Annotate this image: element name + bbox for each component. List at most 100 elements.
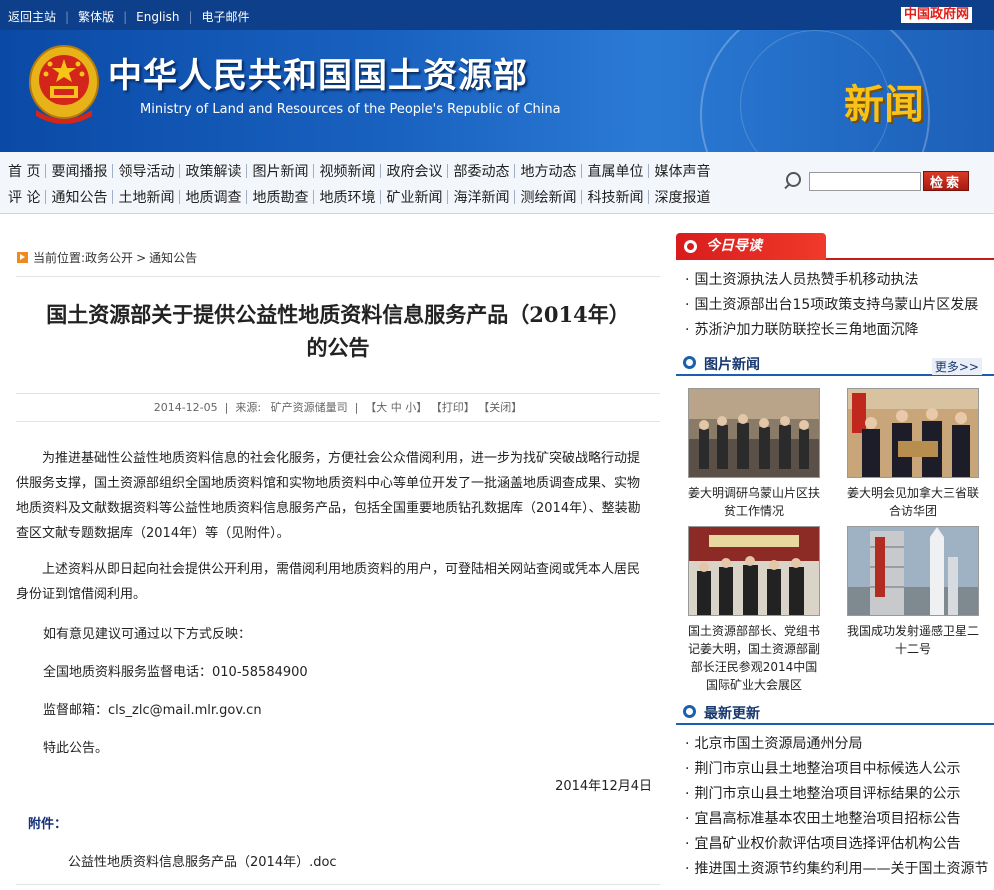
article-title-line: 国土资源部关于提供公益性地质资料信息服务产品（2014年）	[46, 302, 630, 327]
nav-item[interactable]: 地质调查	[185, 187, 241, 207]
nav-item[interactable]: 媒体声音	[654, 161, 710, 181]
nav-item[interactable]: 地方动态	[520, 161, 576, 181]
latest-updates-list: 北京市国土资源局通州分局 荆门市京山县土地整治项目中标候选人公示 荆门市京山县土…	[685, 732, 988, 882]
link-main-site[interactable]: 返回主站	[8, 8, 56, 25]
nav-divider	[514, 190, 516, 204]
gov-portal-logo[interactable]: 中国政府网	[900, 7, 972, 23]
search-button[interactable]: 检索	[923, 171, 969, 191]
photo-news-item[interactable]: 姜大明会见加拿大三省联合访华团	[847, 388, 979, 520]
nav-item[interactable]: 测绘新闻	[520, 187, 576, 207]
divider	[16, 393, 660, 394]
top-links: 返回主站 | 繁体版 | English | 电子邮件	[8, 8, 250, 25]
attachment-label: 附件：	[28, 817, 68, 832]
news-photo	[688, 526, 820, 616]
nav-divider	[179, 164, 181, 178]
nav-item[interactable]: 领导活动	[118, 161, 174, 181]
nav-divider	[45, 164, 47, 178]
search-input[interactable]	[809, 171, 921, 191]
nav-item[interactable]: 地质勘查	[252, 187, 308, 207]
article-paragraph: 如有意见建议可通过以下方式反映：	[43, 627, 252, 642]
site-banner: 中华人民共和国国土资源部 Ministry of Land and Resour…	[0, 30, 994, 152]
nav-divider	[313, 190, 315, 204]
nav-item[interactable]: 图片新闻	[252, 161, 308, 181]
list-item[interactable]: 宜昌高标准基本农田土地整治项目招标公告	[685, 807, 988, 832]
search-icon	[782, 170, 804, 192]
news-photo	[847, 388, 979, 478]
list-item[interactable]: 荆门市京山县土地整治项目中标候选人公示	[685, 757, 988, 782]
nav-item[interactable]: 评 论	[8, 187, 40, 207]
site-subtitle: Ministry of Land and Resources of the Pe…	[140, 102, 561, 117]
list-item[interactable]: 推进国土资源节约集约利用——关于国土资源节	[685, 857, 988, 882]
print-link[interactable]: 【打印】	[431, 401, 475, 414]
photo-news-item[interactable]: 国土资源部部长、党组书记姜大明，国土资源部副部长汪民参观2014中国国际矿业大会…	[688, 526, 820, 694]
divider	[16, 276, 660, 277]
article-title: 国土资源部关于提供公益性地质资料信息服务产品（2014年） 的公告	[16, 298, 660, 364]
source-label: 来源:	[235, 401, 262, 414]
nav-divider	[447, 164, 449, 178]
nav-item[interactable]: 政策解读	[185, 161, 241, 181]
article-source: 矿产资源储量司	[270, 401, 348, 414]
nav-divider	[246, 164, 248, 178]
bullet-icon	[684, 240, 697, 253]
nav-divider	[581, 190, 583, 204]
news-photo-image	[689, 389, 819, 477]
attachment-link[interactable]: 公益性地质资料信息服务产品（2014年）.doc	[68, 851, 337, 870]
nav-divider	[648, 164, 650, 178]
link-email[interactable]: 电子邮件	[202, 8, 250, 25]
nav-item[interactable]: 土地新闻	[118, 187, 174, 207]
nav-item[interactable]: 直属单位	[587, 161, 643, 181]
close-link[interactable]: 【关闭】	[478, 401, 522, 414]
article-paragraph: 为推进基础性公益性地质资料信息的社会化服务，方便社会公众借阅利用，进一步为找矿突…	[16, 451, 641, 541]
nav-item[interactable]: 首 页	[8, 161, 40, 181]
font-size-controls[interactable]: 【大 中 小】	[365, 401, 427, 414]
nav-item[interactable]: 要闻播报	[51, 161, 107, 181]
nav-item[interactable]: 部委动态	[453, 161, 509, 181]
nav-item[interactable]: 通知公告	[51, 187, 107, 207]
divider	[16, 421, 660, 422]
list-item[interactable]: 荆门市京山县土地整治项目评标结果的公示	[685, 782, 988, 807]
photo-news-title: 图片新闻	[704, 357, 760, 373]
latest-updates-header: 最新更新	[676, 699, 994, 725]
today-reading-list: 国土资源执法人员热赞手机移动执法 国土资源部出台15项政策支持乌蒙山片区发展 苏…	[685, 268, 978, 343]
news-photo	[688, 388, 820, 478]
more-link[interactable]: 更多>>	[931, 358, 982, 375]
list-item[interactable]: 国土资源执法人员热赞手机移动执法	[685, 268, 978, 293]
nav-divider	[447, 190, 449, 204]
nav-item[interactable]: 矿业新闻	[386, 187, 442, 207]
breadcrumb-item[interactable]: 通知公告	[149, 249, 197, 266]
photo-news-header: 图片新闻 更多>>	[676, 350, 994, 376]
top-utility-bar: 返回主站 | 繁体版 | English | 电子邮件 中国政府网	[0, 0, 994, 30]
photo-news-item[interactable]: 我国成功发射遥感卫星二十二号	[847, 526, 979, 658]
link-english[interactable]: English	[136, 10, 179, 24]
article-paragraph: 特此公告。	[43, 741, 109, 756]
nav-item[interactable]: 视频新闻	[319, 161, 375, 181]
national-emblem-icon	[29, 45, 99, 124]
nav-item[interactable]: 地质环境	[319, 187, 375, 207]
nav-divider	[112, 190, 114, 204]
breadcrumb: 当前位置: 政务公开 > 通知公告	[17, 249, 197, 266]
article-paragraph: 全国地质资料服务监督电话：010-58584900	[43, 665, 308, 680]
nav-divider	[313, 164, 315, 178]
breadcrumb-item[interactable]: 政务公开	[85, 249, 133, 266]
list-item[interactable]: 宜昌矿业权价款评估项目选择评估机构公告	[685, 832, 988, 857]
nav-divider	[514, 164, 516, 178]
list-item[interactable]: 苏浙沪加力联防联控长三角地面沉降	[685, 318, 978, 343]
divider: |	[188, 9, 193, 24]
news-photo	[847, 526, 979, 616]
today-reading-tab: 今日导读	[676, 233, 826, 260]
search-box: 检索	[782, 170, 969, 192]
nav-item[interactable]: 深度报道	[654, 187, 710, 207]
nav-item[interactable]: 科技新闻	[587, 187, 643, 207]
list-item[interactable]: 国土资源部出台15项政策支持乌蒙山片区发展	[685, 293, 978, 318]
nav-divider	[179, 190, 181, 204]
nav-item[interactable]: 海洋新闻	[453, 187, 509, 207]
list-item[interactable]: 北京市国土资源局通州分局	[685, 732, 988, 757]
arrow-icon	[17, 252, 28, 263]
today-reading-title: 今日导读	[706, 238, 762, 254]
link-traditional[interactable]: 繁体版	[78, 8, 114, 25]
nav-item[interactable]: 政府会议	[386, 161, 442, 181]
news-photo-image	[848, 389, 978, 477]
news-photo-image	[689, 527, 819, 615]
divider: |	[221, 401, 232, 414]
photo-news-item[interactable]: 姜大明调研乌蒙山片区扶贫工作情况	[688, 388, 820, 520]
